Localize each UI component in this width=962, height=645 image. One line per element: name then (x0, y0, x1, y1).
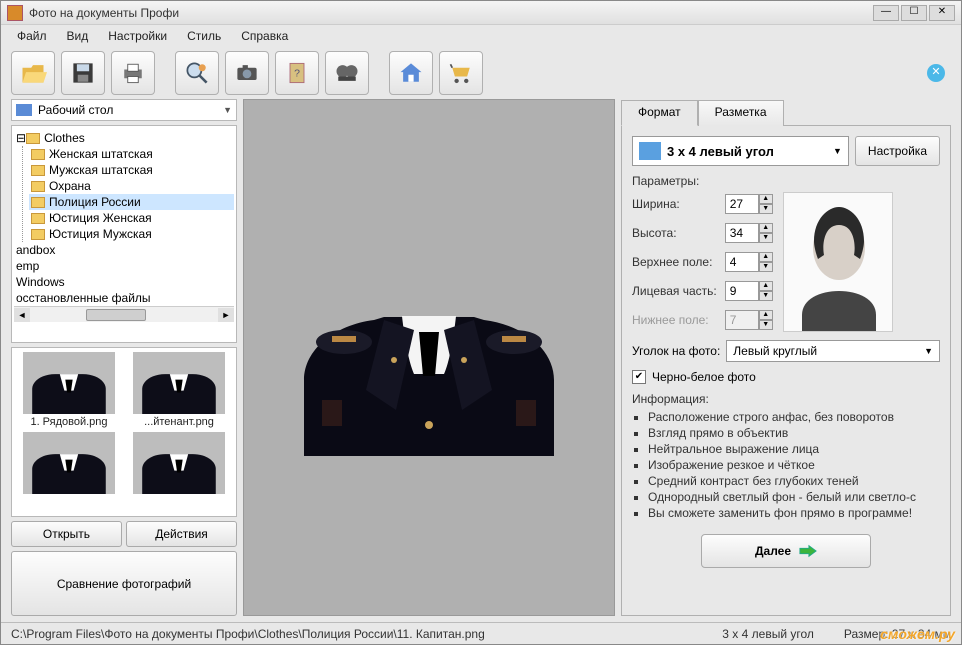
preset-settings-button[interactable]: Настройка (855, 136, 940, 166)
tree-item[interactable]: Охрана (29, 178, 234, 194)
tree-item-selected[interactable]: Полиция России (29, 194, 234, 210)
open-button[interactable]: Открыть (11, 521, 122, 547)
spin-up-icon[interactable]: ▲ (759, 194, 773, 204)
sample-photo (783, 192, 893, 332)
chevron-down-icon: ▼ (223, 105, 232, 115)
left-panel: Рабочий стол ▼ ⊟Clothes Женская штатская… (11, 99, 237, 616)
preview-area (243, 99, 615, 616)
preset-combo[interactable]: 3 x 4 левый угол ▼ (632, 136, 849, 166)
chevron-down-icon: ▼ (924, 346, 933, 356)
maximize-button[interactable]: ☐ (901, 5, 927, 21)
thumbnail[interactable] (126, 432, 232, 494)
tree-item[interactable]: Мужская штатская (29, 162, 234, 178)
folder-tree[interactable]: ⊟Clothes Женская штатская Мужская штатск… (11, 125, 237, 343)
preset-label: 3 x 4 левый угол (667, 144, 774, 159)
menu-help[interactable]: Справка (233, 27, 296, 45)
toolbar: ? ✕ (1, 47, 961, 99)
thumbnail[interactable] (16, 432, 122, 494)
video-icon[interactable] (325, 51, 369, 95)
print-icon[interactable] (111, 51, 155, 95)
tab-body: 3 x 4 левый угол ▼ Настройка Параметры: … (621, 125, 951, 616)
tree-item[interactable]: emp (14, 258, 234, 274)
panel-close-icon[interactable]: ✕ (927, 64, 945, 82)
height-spinner[interactable]: ▲▼ (725, 223, 773, 243)
content: Рабочий стол ▼ ⊟Clothes Женская штатская… (1, 99, 961, 622)
corner-select[interactable]: Левый круглый ▼ (726, 340, 940, 362)
titlebar: Фото на документы Профи — ☐ ✕ (1, 1, 961, 25)
status-preset: 3 x 4 левый угол (722, 627, 814, 641)
location-label: Рабочий стол (38, 103, 113, 117)
watermark: сможем.ру (880, 626, 955, 642)
menu-view[interactable]: Вид (59, 27, 97, 45)
thumbnail[interactable]: 1. Рядовой.png (16, 352, 122, 428)
home-icon[interactable] (389, 51, 433, 95)
corner-label: Уголок на фото: (632, 344, 720, 358)
open-icon[interactable] (11, 51, 55, 95)
bw-label: Черно-белое фото (652, 370, 756, 384)
right-panel: Формат Разметка 3 x 4 левый угол ▼ Настр… (621, 99, 951, 616)
tree-scrollbar[interactable]: ◄ ► (14, 306, 234, 322)
scroll-thumb[interactable] (86, 309, 146, 321)
chevron-down-icon: ▼ (833, 146, 842, 156)
app-window: Фото на документы Профи — ☐ ✕ Файл Вид Н… (0, 0, 962, 645)
thumbnail[interactable]: ...йтенант.png (126, 352, 232, 428)
spin-down-icon[interactable]: ▼ (759, 204, 773, 214)
tree-item[interactable]: Юстиция Женская (29, 210, 234, 226)
cart-icon[interactable] (439, 51, 483, 95)
desktop-icon (16, 104, 32, 116)
width-spinner[interactable]: ▲▼ (725, 194, 773, 214)
menu-file[interactable]: Файл (9, 27, 55, 45)
minimize-button[interactable]: — (873, 5, 899, 21)
bw-checkbox-row[interactable]: ✔ Черно-белое фото (632, 370, 940, 384)
save-icon[interactable] (61, 51, 105, 95)
tree-item[interactable]: andbox (14, 242, 234, 258)
info-list: Расположение строго анфас, без поворотов… (632, 410, 940, 520)
tree-item[interactable]: Юстиция Мужская (29, 226, 234, 242)
status-path: C:\Program Files\Фото на документы Профи… (11, 627, 485, 641)
tabs: Формат Разметка (621, 99, 951, 125)
params-title: Параметры: (632, 174, 940, 188)
tree-item[interactable]: Windows (14, 274, 234, 290)
window-controls: — ☐ ✕ (873, 5, 955, 21)
svg-text:?: ? (294, 68, 300, 80)
preset-icon (639, 142, 661, 160)
scroll-left-icon[interactable]: ◄ (14, 308, 30, 322)
top-spinner[interactable]: ▲▼ (725, 252, 773, 272)
scroll-right-icon[interactable]: ► (218, 308, 234, 322)
tab-format[interactable]: Формат (621, 100, 698, 126)
camera-icon[interactable] (225, 51, 269, 95)
compare-button[interactable]: Сравнение фотографий (11, 551, 237, 616)
tab-layout[interactable]: Разметка (698, 100, 784, 126)
poster-icon[interactable]: ? (275, 51, 319, 95)
menubar: Файл Вид Настройки Стиль Справка (1, 25, 961, 47)
close-button[interactable]: ✕ (929, 5, 955, 21)
uniform-preview (284, 260, 574, 456)
menu-settings[interactable]: Настройки (100, 27, 175, 45)
thumbnails-panel: 1. Рядовой.png ...йтенант.png (11, 347, 237, 517)
app-icon (7, 5, 23, 21)
menu-style[interactable]: Стиль (179, 27, 229, 45)
bottom-spinner: ▲▼ (725, 310, 773, 330)
info-title: Информация: (632, 392, 940, 406)
tree-item[interactable]: осстановленные файлы (14, 290, 234, 306)
zoom-icon[interactable] (175, 51, 219, 95)
bw-checkbox[interactable]: ✔ (632, 370, 646, 384)
location-combo[interactable]: Рабочий стол ▼ (11, 99, 237, 121)
actions-button[interactable]: Действия (126, 521, 237, 547)
next-button[interactable]: Далее (701, 534, 871, 568)
window-title: Фото на документы Профи (29, 6, 873, 20)
statusbar: C:\Program Files\Фото на документы Профи… (1, 622, 961, 644)
arrow-right-icon (799, 544, 817, 558)
tree-item[interactable]: Женская штатская (29, 146, 234, 162)
face-spinner[interactable]: ▲▼ (725, 281, 773, 301)
